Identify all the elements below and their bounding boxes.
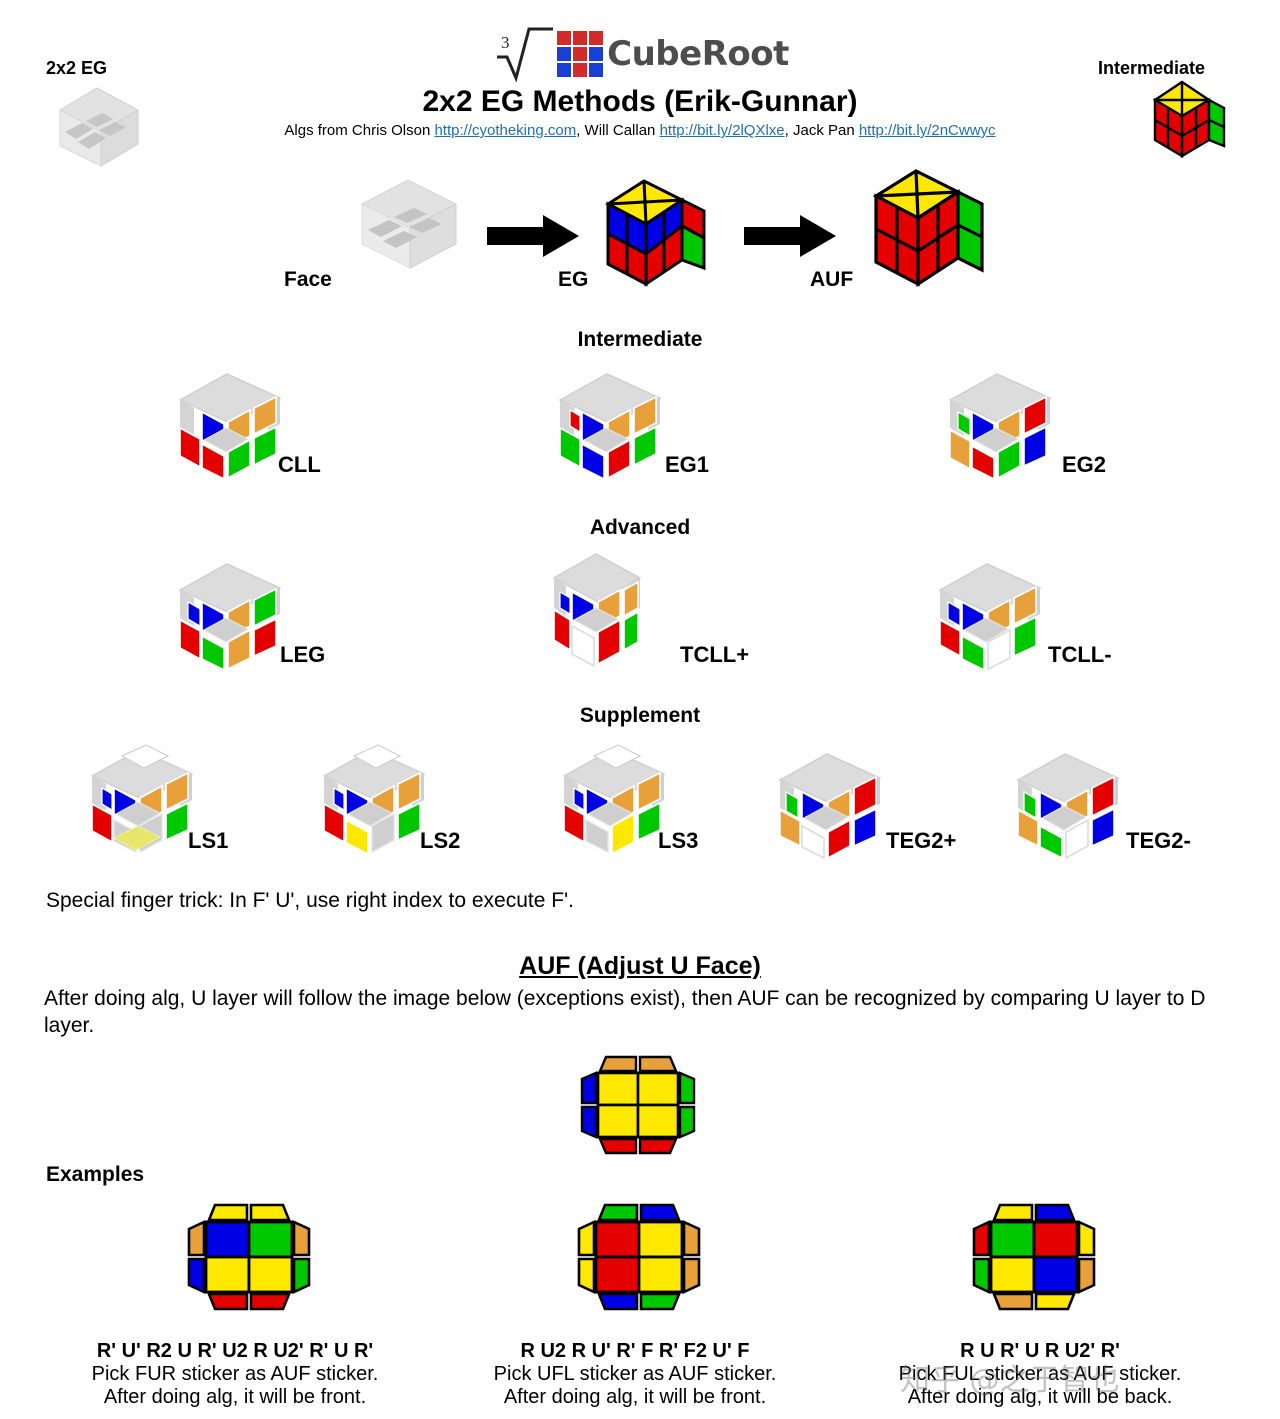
example-diagram-1	[185, 1203, 315, 1320]
flow-label-auf: AUF	[810, 268, 854, 291]
auf-heading-text: AUF (Adjust U Face)	[519, 952, 761, 980]
case-cube-leg	[172, 556, 292, 676]
corner-cube-solved	[1152, 78, 1228, 165]
arrow-eg-to-auf	[744, 213, 836, 264]
auf-heading: AUF (Adjust U Face)	[0, 952, 1280, 981]
credits-text-3: , Jack Pan	[784, 122, 859, 139]
case-label-leg: LEG	[280, 642, 326, 667]
section-title-supplement: Supplement	[579, 704, 701, 727]
case-label-ls3: LS3	[658, 828, 699, 853]
arrow-face-to-eg	[487, 213, 579, 264]
case-label-ls2: LS2	[420, 828, 461, 853]
case-label-eg1: EG1	[665, 452, 710, 477]
case-cube-ls2	[316, 742, 434, 859]
brand-name: CubeRoot	[607, 34, 789, 74]
examples-label: Examples	[46, 1163, 145, 1186]
credits-line: Algs from Chris Olson http://cyotheking.…	[0, 122, 1280, 139]
example-line1-2: Pick UFL sticker as AUF sticker.	[493, 1363, 777, 1385]
example-text-2: R U2 R U' R' F R' F2 U' F Pick UFL stick…	[430, 1340, 840, 1409]
case-cube-eg2	[942, 366, 1062, 486]
example-diagram-2	[575, 1203, 705, 1320]
corner-cube-grey	[52, 82, 142, 173]
case-label-tcll-plus: TCLL+	[680, 642, 750, 667]
flow-label-face: Face	[284, 268, 332, 291]
finger-trick-text: Special finger trick: In F' U', use righ…	[46, 889, 574, 912]
case-label-tcll-minus: TCLL-	[1048, 642, 1112, 667]
auf-paragraph: After doing alg, U layer will follow the…	[44, 987, 1206, 1037]
cube-root-radical-icon: 3	[491, 26, 554, 83]
flow-label-eg: EG	[558, 268, 589, 291]
radical-index: 3	[501, 33, 510, 52]
section-title-intermediate: Intermediate	[577, 328, 703, 351]
page-title: 2x2 EG Methods (Erik-Gunnar)	[422, 85, 858, 118]
credit-link-willcallan[interactable]: http://bit.ly/2lQXlxe	[660, 122, 785, 139]
example-line1-1: Pick FUR sticker as AUF sticker.	[91, 1363, 379, 1385]
case-cube-ls1	[84, 742, 202, 859]
example-line2-1: After doing alg, it will be front.	[103, 1386, 367, 1408]
credits-text-2: , Will Callan	[576, 122, 660, 139]
flow-cube-auf	[872, 166, 992, 293]
cuberoot-logo-grid	[557, 31, 604, 77]
case-label-teg2-minus: TEG2-	[1126, 828, 1191, 853]
credit-link-jackpan[interactable]: http://bit.ly/2nCwwyc	[859, 122, 996, 139]
case-cube-eg1	[552, 366, 672, 486]
example-alg-2: R U2 R U' R' F R' F2 U' F	[520, 1340, 750, 1362]
corner-label-right: Intermediate	[1098, 58, 1206, 78]
case-cube-tcll-plus	[540, 548, 660, 673]
example-line2-2: After doing alg, it will be front.	[503, 1386, 767, 1408]
case-label-eg2: EG2	[1062, 452, 1107, 477]
case-cube-teg2-minus	[1010, 748, 1128, 865]
case-label-ls1: LS1	[188, 828, 229, 853]
case-cube-tcll-minus	[932, 556, 1052, 676]
credits-text-1: Algs from Chris Olson	[284, 122, 435, 139]
corner-label-left: 2x2 EG	[46, 58, 108, 78]
case-label-cll: CLL	[278, 452, 321, 477]
flow-cube-eg	[604, 176, 712, 293]
example-alg-1: R' U' R2 U R' U2 R U2' R' U R'	[96, 1340, 374, 1362]
case-cube-ls3	[556, 742, 674, 859]
example-text-1: R' U' R2 U R' U2 R U2' R' U R' Pick FUR …	[30, 1340, 440, 1409]
flow-cube-face	[352, 172, 464, 277]
example-diagram-3	[970, 1203, 1100, 1320]
case-cube-cll	[172, 366, 292, 486]
section-title-advanced: Advanced	[589, 516, 691, 539]
case-label-teg2-plus: TEG2+	[886, 828, 957, 853]
brand-logo: 3 CubeRoot	[0, 26, 1280, 87]
credit-link-cyotheking[interactable]: http://cyotheking.com	[434, 122, 576, 139]
auf-reference-diagram	[580, 1055, 700, 1160]
watermark: 知乎 @之于智也	[900, 1363, 1120, 1398]
case-cube-teg2-plus	[772, 748, 890, 865]
